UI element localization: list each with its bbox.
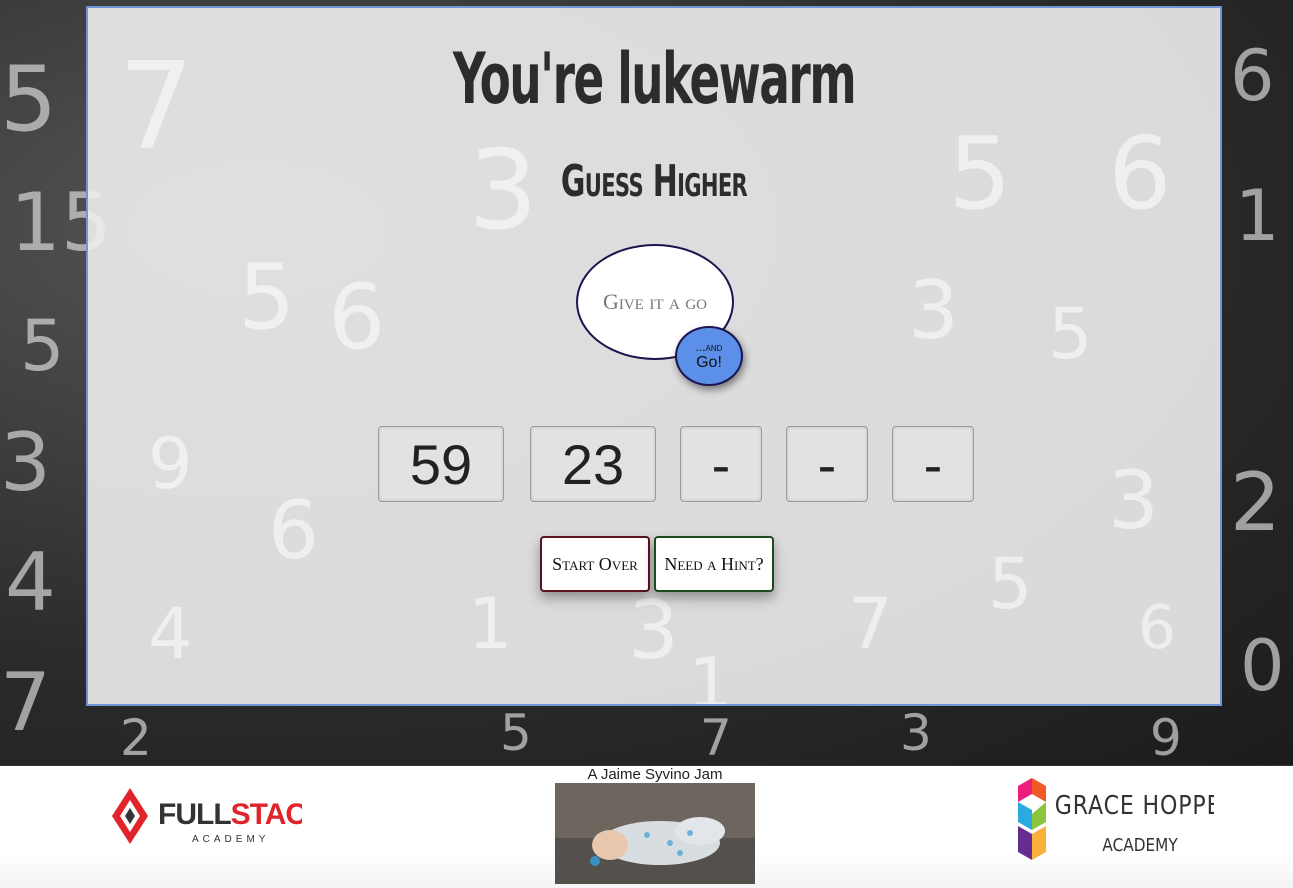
svg-text:2: 2 <box>120 709 152 765</box>
fullstack-logo-text: FULL <box>158 798 231 831</box>
svg-text:5: 5 <box>20 305 65 387</box>
grace-hopper-academy-logo[interactable]: GRACE HOPPER ACADEMY <box>1014 774 1214 864</box>
previous-guess-5: - <box>892 426 974 502</box>
svg-text:1: 1 <box>1235 175 1280 257</box>
svg-text:6: 6 <box>268 484 319 577</box>
footer: FULLSTACK ACADEMY A Jaime Syvino Jam GR <box>0 765 1293 888</box>
hint-direction: Guess Higher <box>560 156 748 207</box>
game-panel: 7 5 6 3 5 6 3 5 9 6 4 1 3 7 5 3 1 6 You'… <box>86 6 1222 706</box>
fullstack-academy-logo[interactable]: FULLSTACK ACADEMY <box>112 786 302 848</box>
grace-hopper-hexagon-icon <box>1018 778 1046 860</box>
svg-text:6: 6 <box>1138 593 1176 663</box>
svg-text:1: 1 <box>688 643 733 704</box>
svg-text:1: 1 <box>468 583 513 665</box>
start-over-button[interactable]: Start Over <box>540 536 650 592</box>
svg-text:0: 0 <box>1240 625 1285 707</box>
grace-hopper-logo-sub: ACADEMY <box>1102 834 1178 856</box>
svg-text:5: 5 <box>0 47 57 152</box>
fullstack-logo-sub: ACADEMY <box>192 834 269 845</box>
svg-text:5: 5 <box>988 543 1033 625</box>
svg-text:6: 6 <box>1108 115 1172 232</box>
svg-text:3: 3 <box>1108 454 1159 547</box>
result-title: You're lukewarm <box>452 38 857 120</box>
svg-text:3: 3 <box>0 416 51 509</box>
previous-guess-2: 23 <box>530 426 656 502</box>
baby-photo <box>555 783 755 884</box>
svg-text:FULLSTACK: FULLSTACK <box>158 798 302 831</box>
svg-text:5: 5 <box>500 704 532 762</box>
svg-text:7: 7 <box>118 38 194 177</box>
previous-guess-1: 59 <box>378 426 504 502</box>
credit-text: A Jaime Syvino Jam <box>587 766 723 783</box>
grace-hopper-logo-text: GRACE HOPPER <box>1055 790 1214 820</box>
go-button-label: Go! <box>696 353 722 371</box>
svg-text:2: 2 <box>1230 456 1281 549</box>
hint-button[interactable]: Need a Hint? <box>654 536 774 592</box>
svg-text:3: 3 <box>900 704 932 762</box>
svg-text:7: 7 <box>700 709 732 765</box>
previous-guess-3: - <box>680 426 762 502</box>
go-button-small-label: ...and <box>695 339 723 354</box>
svg-text:4: 4 <box>5 536 56 629</box>
svg-text:5: 5 <box>238 245 295 350</box>
svg-text:3: 3 <box>628 584 679 677</box>
svg-text:9: 9 <box>1150 709 1182 765</box>
svg-text:6: 6 <box>328 265 385 370</box>
fullstack-diamond-icon <box>112 788 148 844</box>
svg-text:4: 4 <box>148 593 193 675</box>
go-button[interactable]: ...and Go! <box>675 326 743 386</box>
previous-guess-4: - <box>786 426 868 502</box>
svg-text:9: 9 <box>148 423 193 505</box>
svg-text:3: 3 <box>908 264 959 357</box>
svg-text:7: 7 <box>848 583 893 665</box>
svg-text:6: 6 <box>1230 35 1275 117</box>
guess-input[interactable] <box>593 288 717 316</box>
svg-text:5: 5 <box>1048 293 1093 375</box>
svg-text:7: 7 <box>0 656 51 749</box>
